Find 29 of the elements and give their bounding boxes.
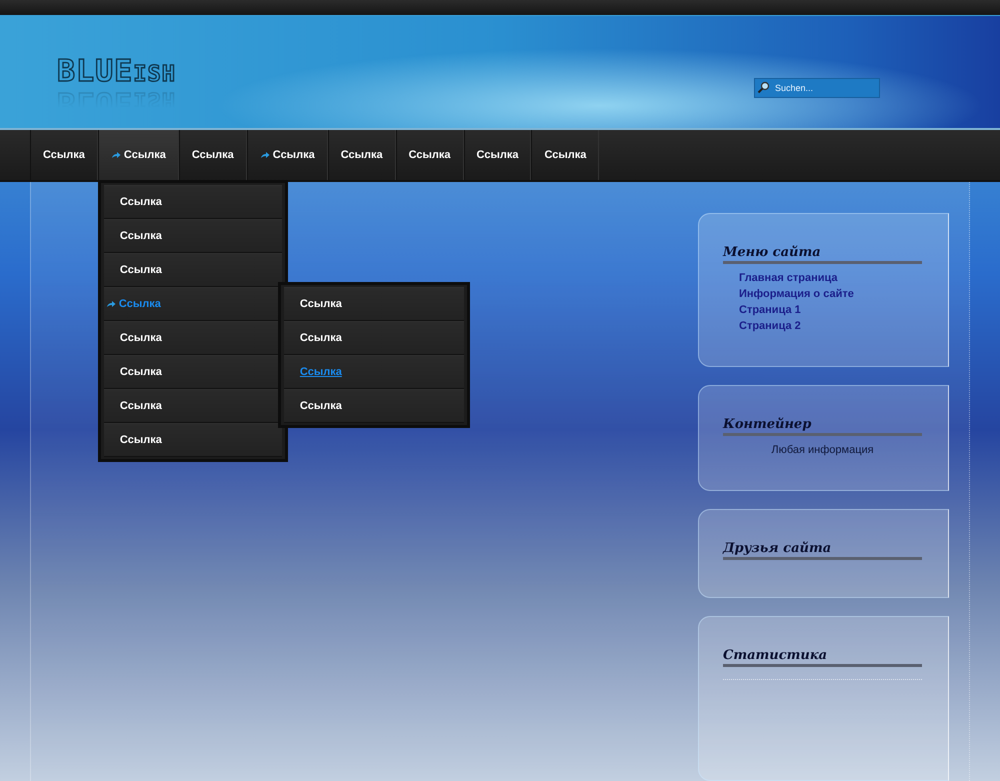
submenu-item[interactable]: Ссылка: [284, 321, 464, 355]
nav-link[interactable]: Ссылка: [178, 130, 247, 180]
curved-arrow-icon: [106, 300, 116, 308]
block-title: Меню сайта: [723, 244, 922, 264]
dropdown-item[interactable]: Ссылка: [104, 253, 282, 287]
dropdown-item[interactable]: Ссылка: [104, 219, 282, 253]
sidebar-link[interactable]: Страница 1: [739, 303, 922, 317]
submenu-item[interactable]: Ссылка: [284, 355, 464, 389]
nav-link[interactable]: Ссылка: [98, 130, 179, 180]
submenu-item[interactable]: Ссылка: [284, 389, 464, 423]
search-field[interactable]: Suchen...: [754, 78, 880, 98]
submenu-item[interactable]: Ссылка: [284, 287, 464, 321]
nav-link[interactable]: Ссылка: [328, 130, 396, 180]
nav-link[interactable]: Ссылка: [531, 130, 600, 180]
sidebar-link[interactable]: Главная страница: [739, 271, 922, 285]
block-title: Статистика: [723, 647, 922, 667]
curved-arrow-icon: [260, 151, 270, 159]
curved-arrow-icon: [110, 151, 121, 159]
dropdown-item[interactable]: Ссылка: [104, 185, 282, 219]
site-logo: BLUEISH: [57, 56, 176, 91]
nav-link[interactable]: Ссылка: [246, 130, 328, 180]
block-title: Контейнер: [723, 416, 922, 436]
block-title: Друзья сайта: [723, 540, 922, 560]
sidebar-link[interactable]: Страница 2: [739, 319, 922, 333]
dropdown-item[interactable]: Ссылка: [104, 423, 282, 457]
sidebar-link[interactable]: Информация о сайте: [739, 287, 922, 301]
nav-link[interactable]: Ссылка: [464, 130, 532, 180]
nav-link[interactable]: Ссылка: [396, 130, 464, 180]
block-text: Любая информация: [770, 444, 875, 456]
